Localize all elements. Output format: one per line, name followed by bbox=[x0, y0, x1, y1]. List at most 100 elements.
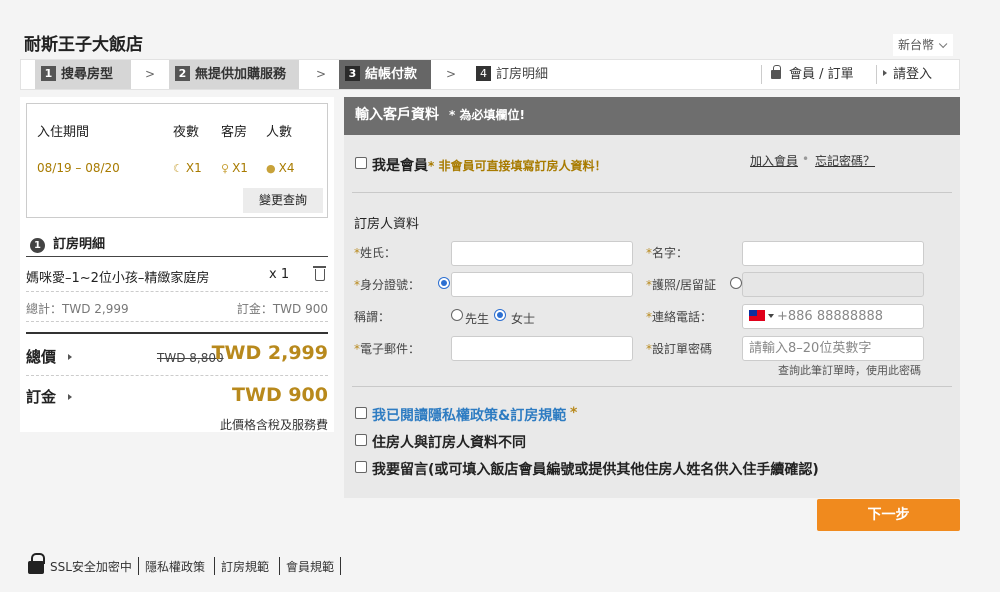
step-label: 搜尋房型 bbox=[61, 67, 114, 82]
step-label: 結帳付款 bbox=[365, 67, 418, 82]
passport-input[interactable] bbox=[742, 272, 924, 297]
deposit-label: 訂金 bbox=[26, 388, 57, 406]
trash-icon[interactable] bbox=[313, 266, 326, 281]
join-member-link[interactable]: 加入會員 bbox=[750, 152, 798, 169]
required-note: * 為必填欄位! bbox=[449, 108, 525, 122]
message-label: 我要留言(或可填入飯店會員編號或提供其他住房人姓名供入住手續確認) bbox=[372, 462, 819, 478]
first-name-text: 名字： bbox=[652, 246, 689, 260]
step-number: 4 bbox=[476, 66, 491, 81]
divider bbox=[26, 291, 328, 292]
step-number: 1 bbox=[41, 66, 56, 81]
arrow-right-icon bbox=[68, 394, 73, 400]
booking-detail-title: 訂房明細 bbox=[53, 237, 106, 252]
member-rules-link[interactable]: 會員規範 bbox=[286, 558, 334, 575]
step-number: 3 bbox=[345, 66, 360, 81]
email-text: 電子郵件： bbox=[360, 342, 421, 356]
step-separator: > bbox=[145, 67, 156, 81]
forgot-password-link[interactable]: 忘記密碼？ bbox=[815, 152, 875, 169]
subtotal: 總計：TWD 2,999 bbox=[26, 302, 129, 316]
password-placeholder: 請輸入8–20位英數字 bbox=[749, 341, 872, 356]
divider bbox=[214, 557, 215, 575]
next-step-button[interactable]: 下一步 bbox=[817, 499, 960, 531]
password-input[interactable]: 請輸入8–20位英數字 bbox=[742, 336, 924, 361]
different-guest-label: 住房人與訂房人資料不同 bbox=[372, 435, 526, 451]
period-value: 08/19 – 08/20 bbox=[37, 161, 120, 175]
currency-label: 新台幣 bbox=[898, 38, 935, 52]
phone-text: 連絡電話： bbox=[652, 310, 713, 324]
hotel-title: 耐斯王子大飯店 bbox=[24, 35, 143, 55]
step-separator: > bbox=[316, 67, 327, 81]
divider bbox=[279, 557, 280, 575]
passport-label: *護照/居留証 bbox=[646, 276, 716, 293]
last-name-text: 姓氏： bbox=[360, 246, 397, 260]
phone-input[interactable]: +886 88888888 bbox=[742, 304, 924, 329]
divider bbox=[138, 557, 139, 575]
login-link[interactable]: 請登入 bbox=[883, 60, 932, 89]
phone-label: *連絡電話： bbox=[646, 308, 712, 325]
divider bbox=[352, 192, 952, 193]
login-label: 請登入 bbox=[893, 67, 933, 82]
member-order-label: 會員 / 訂單 bbox=[789, 67, 854, 82]
step-number: 2 bbox=[175, 66, 190, 81]
member-checkbox[interactable] bbox=[355, 157, 367, 169]
step-booking-detail: 4 訂房明細 bbox=[470, 60, 560, 89]
currency-select[interactable]: 新台幣 bbox=[893, 34, 953, 56]
last-name-input[interactable] bbox=[451, 241, 633, 266]
arrow-right-icon bbox=[883, 70, 887, 76]
title-mr-radio[interactable] bbox=[451, 309, 463, 321]
person-icon: ● bbox=[266, 162, 276, 175]
divider bbox=[352, 386, 952, 387]
step-addon[interactable]: 2 無提供加購服務 bbox=[169, 60, 299, 89]
password-label: *設訂單密碼 bbox=[646, 340, 712, 357]
id-number-radio[interactable] bbox=[438, 277, 450, 289]
message-checkbox[interactable] bbox=[355, 461, 367, 473]
rooms-header: 客房 bbox=[221, 125, 248, 140]
id-number-input[interactable] bbox=[451, 272, 633, 297]
last-name-label: *姓氏： bbox=[354, 244, 396, 261]
nights-header: 夜數 bbox=[173, 125, 200, 140]
key-icon: ♀ bbox=[221, 162, 230, 175]
required-star: * bbox=[570, 405, 578, 421]
lock-icon bbox=[771, 65, 781, 79]
ssl-label: SSL安全加密中 bbox=[50, 560, 132, 574]
step-label: 訂房明細 bbox=[496, 67, 549, 82]
section-number: 1 bbox=[30, 238, 45, 253]
step-separator: > bbox=[446, 67, 457, 81]
divider bbox=[761, 65, 762, 84]
member-label: 我是會員 bbox=[372, 158, 428, 174]
privacy-link[interactable]: 隱私權政策 bbox=[145, 558, 205, 575]
deposit-summary: 訂金：TWD 900 bbox=[236, 302, 328, 316]
email-input[interactable] bbox=[451, 336, 633, 361]
change-search-button[interactable]: 變更查詢 bbox=[243, 188, 323, 213]
passport-radio[interactable] bbox=[730, 277, 742, 289]
search-summary-box: 入住期間 夜數 客房 人數 08/19 – 08/20 ☾ X1 ♀ X1 ● X4 … bbox=[26, 103, 328, 218]
first-name-input[interactable] bbox=[742, 241, 924, 266]
deposit-toggle[interactable]: 訂金 bbox=[26, 386, 73, 407]
step-search-room[interactable]: 1 搜尋房型 bbox=[35, 60, 131, 89]
tax-note: 此價格含稅及服務費 bbox=[219, 418, 328, 432]
policy-checkbox[interactable] bbox=[355, 407, 367, 419]
member-order-link[interactable]: 會員 / 訂單 bbox=[771, 60, 854, 89]
guests-value: X4 bbox=[278, 161, 295, 175]
policy-link[interactable]: 我已閱讀隱私權政策&訂房規範 bbox=[372, 405, 566, 425]
id-number-label: *身分證號： bbox=[354, 276, 420, 293]
room-quantity: x 1 bbox=[269, 267, 290, 282]
title-ms-label: 女士 bbox=[511, 312, 536, 326]
email-label: *電子郵件： bbox=[354, 340, 420, 357]
id-number-text: 身分證號： bbox=[360, 278, 421, 292]
caret-down-icon bbox=[768, 314, 774, 318]
title-ms-radio[interactable] bbox=[494, 309, 506, 321]
member-note: * 非會員可直接填寫訂房人資料！ bbox=[428, 159, 607, 173]
booker-section-title: 訂房人資料 bbox=[354, 217, 420, 232]
form-header: 輸入客戶資料 * 為必填欄位! bbox=[344, 97, 960, 135]
first-name-label: *名字： bbox=[646, 244, 688, 261]
password-text: 設訂單密碼 bbox=[652, 342, 713, 356]
rules-link[interactable]: 訂房規範 bbox=[221, 558, 269, 575]
form-title: 輸入客戶資料 bbox=[355, 107, 439, 123]
different-guest-checkbox[interactable] bbox=[355, 434, 367, 446]
password-hint: 查詢此筆訂單時，使用此密碼 bbox=[778, 364, 921, 377]
divider bbox=[26, 256, 328, 257]
period-header: 入住期間 bbox=[37, 125, 90, 140]
step-label: 無提供加購服務 bbox=[195, 67, 287, 82]
total-price-toggle[interactable]: 總價 bbox=[26, 346, 73, 367]
